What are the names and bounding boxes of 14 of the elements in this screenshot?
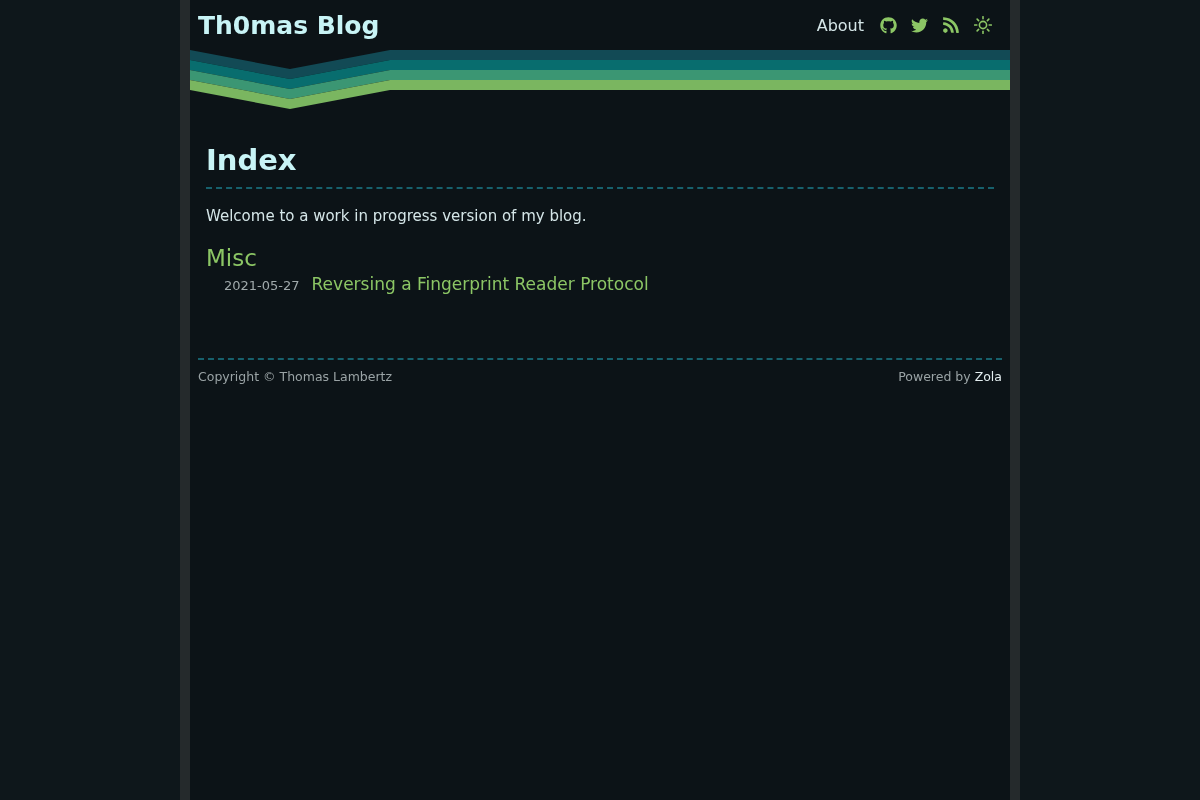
page-title: Index <box>206 142 994 189</box>
github-icon[interactable] <box>880 16 897 34</box>
intro-text: Welcome to a work in progress version of my blog. <box>206 206 588 227</box>
site-title[interactable]: Th0mas Blog <box>198 10 380 40</box>
twitter-icon[interactable] <box>911 16 928 34</box>
sun-icon[interactable] <box>974 16 992 34</box>
post-date: 2021-05-27 <box>224 277 300 295</box>
copyright-text: Copyright © Thomas Lambertz <box>198 368 393 386</box>
zola-link[interactable]: Zola <box>974 369 1002 384</box>
rss-icon[interactable] <box>942 16 960 34</box>
powered-by-text: Powered by Zola <box>898 368 1002 386</box>
post-link[interactable]: Reversing a Fingerprint Reader Protocol <box>311 272 649 296</box>
nav-link[interactable]: About <box>816 15 864 35</box>
section-title: Misc <box>206 244 258 272</box>
